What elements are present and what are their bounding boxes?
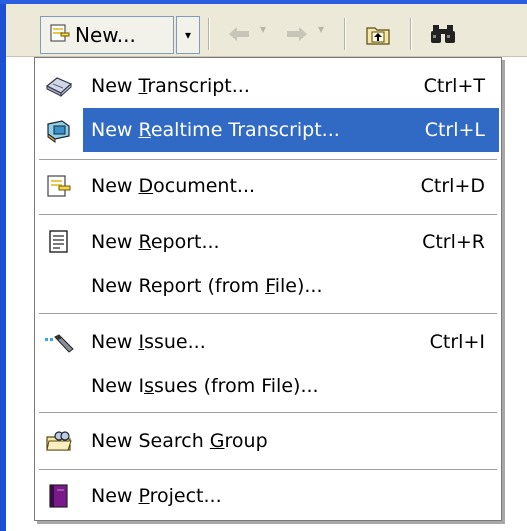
menu-item-label: New Report (from File)... bbox=[91, 275, 323, 297]
menu-item-shortcut: Ctrl+T bbox=[423, 75, 485, 97]
chevron-down-icon: ▾ bbox=[184, 28, 192, 42]
up-folder-icon bbox=[366, 27, 390, 45]
menu-item-label: New Issue... bbox=[91, 331, 206, 353]
forward-arrow-icon bbox=[287, 27, 307, 41]
menu-item-new-search-group[interactable]: New Search Group bbox=[37, 419, 499, 463]
menu-item-label: New Document... bbox=[91, 175, 256, 197]
menu-item-new-report-from-file[interactable]: New Report (from File)... bbox=[37, 264, 499, 308]
menu-item-shortcut: Ctrl+R bbox=[422, 231, 485, 253]
menu-item-shortcut: Ctrl+L bbox=[424, 119, 485, 141]
menu-item-label: New Transcript... bbox=[91, 75, 250, 97]
find-button[interactable] bbox=[426, 18, 462, 50]
menu-separator bbox=[39, 469, 497, 470]
forward-button[interactable] bbox=[282, 18, 312, 50]
document-icon bbox=[45, 172, 73, 200]
menu-item-new-report[interactable]: New Report... Ctrl+R bbox=[37, 220, 499, 264]
toolbar: New... ▾ ▾ ▾ bbox=[6, 4, 527, 57]
menu-item-label: New Issues (from File)... bbox=[91, 375, 319, 397]
report-icon bbox=[45, 228, 73, 256]
toolbar-separator bbox=[344, 18, 346, 50]
screenshot-root: New... ▾ ▾ ▾ New Transcript... Ctrl+T Ne… bbox=[0, 0, 527, 531]
menu-item-shortcut: Ctrl+I bbox=[429, 331, 485, 353]
back-dropdown-arrow[interactable]: ▾ bbox=[260, 22, 266, 36]
menu-item-new-transcript[interactable]: New Transcript... Ctrl+T bbox=[37, 64, 499, 108]
search-group-icon bbox=[45, 427, 73, 455]
menu-separator bbox=[39, 313, 497, 314]
toolbar-separator bbox=[208, 18, 210, 50]
realtime-transcript-icon bbox=[45, 116, 73, 144]
binoculars-icon bbox=[431, 25, 455, 43]
menu-item-label: New Search Group bbox=[91, 430, 268, 452]
menu-item-new-document[interactable]: New Document... Ctrl+D bbox=[37, 164, 499, 208]
menu-separator bbox=[39, 159, 497, 160]
window-edge bbox=[0, 0, 6, 531]
menu-item-shortcut: Ctrl+D bbox=[420, 175, 485, 197]
back-arrow-icon bbox=[229, 27, 249, 41]
menu-item-new-project[interactable]: New Project... bbox=[37, 474, 499, 518]
new-button-label: New... bbox=[75, 23, 136, 47]
back-button[interactable] bbox=[224, 18, 254, 50]
new-dropdown-menu: New Transcript... Ctrl+T New Realtime Tr… bbox=[34, 57, 502, 521]
new-button[interactable]: New... bbox=[40, 16, 174, 54]
menu-item-label: New Realtime Transcript... bbox=[91, 119, 340, 141]
up-folder-button[interactable] bbox=[362, 18, 394, 50]
new-dropdown-button[interactable]: ▾ bbox=[176, 16, 200, 54]
toolbar-separator bbox=[410, 18, 412, 50]
menu-item-new-issue[interactable]: New Issue... Ctrl+I bbox=[37, 320, 499, 364]
issue-pen-icon bbox=[45, 328, 74, 356]
project-book-icon bbox=[45, 482, 73, 510]
menu-item-new-issues-from-file[interactable]: New Issues (from File)... bbox=[37, 364, 499, 408]
new-document-icon bbox=[49, 22, 71, 48]
menu-item-new-realtime-transcript[interactable]: New Realtime Transcript... Ctrl+L bbox=[37, 108, 499, 152]
menu-separator bbox=[39, 412, 497, 413]
menu-item-label: New Project... bbox=[91, 485, 222, 507]
menu-separator bbox=[39, 214, 497, 215]
forward-dropdown-arrow[interactable]: ▾ bbox=[318, 22, 324, 36]
transcript-icon bbox=[45, 72, 73, 100]
menu-item-label: New Report... bbox=[91, 231, 220, 253]
